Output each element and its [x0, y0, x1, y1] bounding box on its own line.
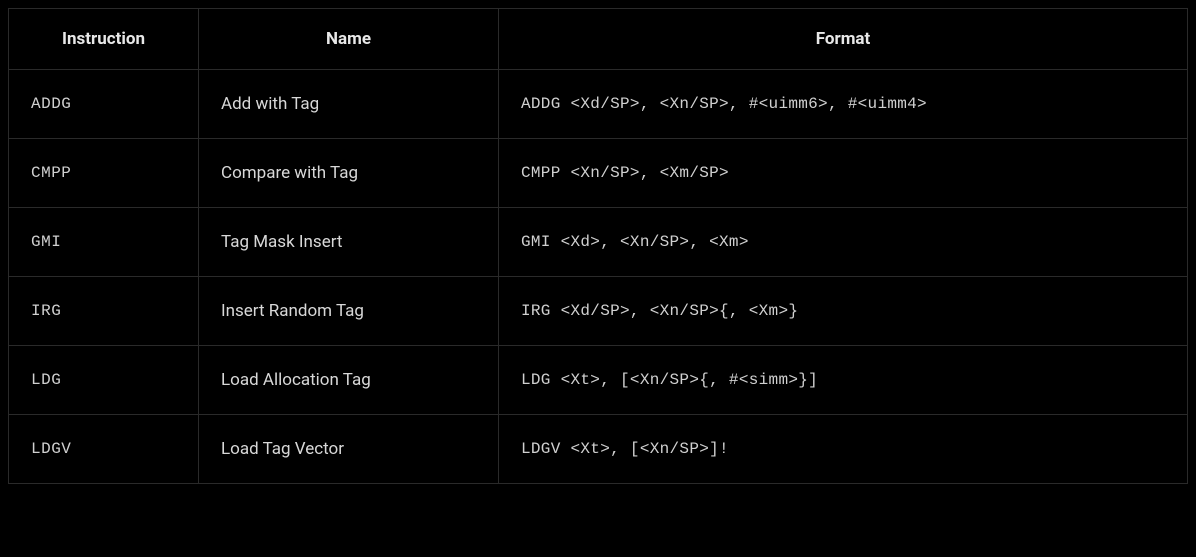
cell-format: LDG <Xt>, [<Xn/SP>{, #<simm>}]: [499, 346, 1188, 415]
cell-name: Insert Random Tag: [199, 277, 499, 346]
cell-name: Compare with Tag: [199, 139, 499, 208]
header-format: Format: [499, 9, 1188, 70]
header-name: Name: [199, 9, 499, 70]
table-row: CMPP Compare with Tag CMPP <Xn/SP>, <Xm/…: [9, 139, 1188, 208]
cell-format: GMI <Xd>, <Xn/SP>, <Xm>: [499, 208, 1188, 277]
cell-format: IRG <Xd/SP>, <Xn/SP>{, <Xm>}: [499, 277, 1188, 346]
cell-name: Load Tag Vector: [199, 415, 499, 484]
table-row: LDG Load Allocation Tag LDG <Xt>, [<Xn/S…: [9, 346, 1188, 415]
instruction-table: Instruction Name Format ADDG Add with Ta…: [8, 8, 1188, 484]
table-header-row: Instruction Name Format: [9, 9, 1188, 70]
cell-instruction: IRG: [9, 277, 199, 346]
cell-instruction: LDGV: [9, 415, 199, 484]
cell-format: ADDG <Xd/SP>, <Xn/SP>, #<uimm6>, #<uimm4…: [499, 70, 1188, 139]
cell-instruction: GMI: [9, 208, 199, 277]
cell-format: LDGV <Xt>, [<Xn/SP>]!: [499, 415, 1188, 484]
table-row: IRG Insert Random Tag IRG <Xd/SP>, <Xn/S…: [9, 277, 1188, 346]
cell-name: Load Allocation Tag: [199, 346, 499, 415]
header-instruction: Instruction: [9, 9, 199, 70]
table-row: LDGV Load Tag Vector LDGV <Xt>, [<Xn/SP>…: [9, 415, 1188, 484]
cell-name: Add with Tag: [199, 70, 499, 139]
cell-name: Tag Mask Insert: [199, 208, 499, 277]
table-body: ADDG Add with Tag ADDG <Xd/SP>, <Xn/SP>,…: [9, 70, 1188, 484]
cell-format: CMPP <Xn/SP>, <Xm/SP>: [499, 139, 1188, 208]
cell-instruction: LDG: [9, 346, 199, 415]
table-row: ADDG Add with Tag ADDG <Xd/SP>, <Xn/SP>,…: [9, 70, 1188, 139]
instruction-table-container: Instruction Name Format ADDG Add with Ta…: [0, 0, 1196, 492]
table-row: GMI Tag Mask Insert GMI <Xd>, <Xn/SP>, <…: [9, 208, 1188, 277]
cell-instruction: ADDG: [9, 70, 199, 139]
cell-instruction: CMPP: [9, 139, 199, 208]
